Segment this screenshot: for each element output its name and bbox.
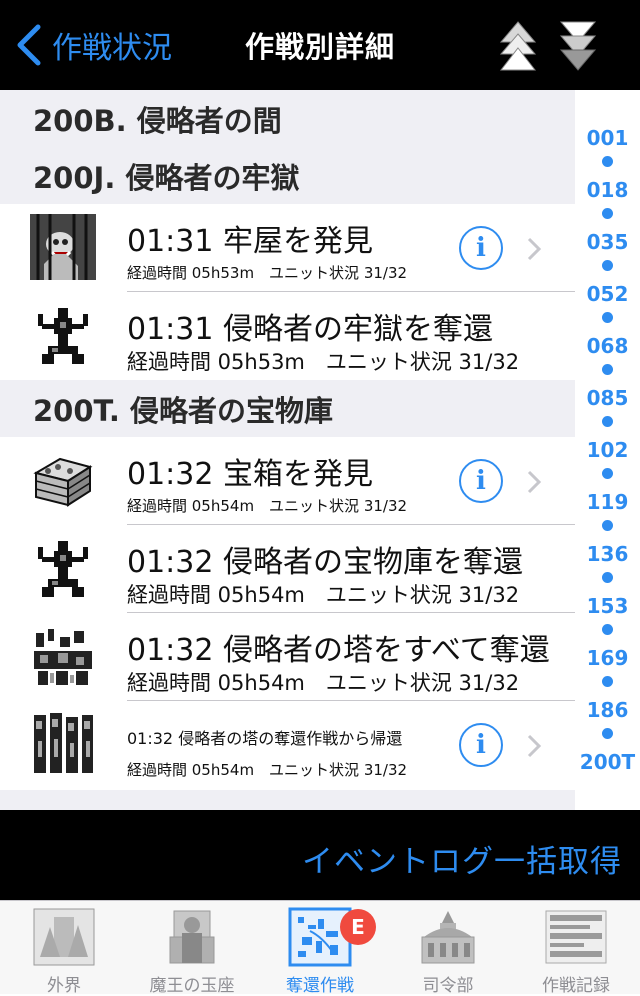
outer-world-icon (33, 908, 95, 966)
scroll-up-arrow-icon[interactable] (498, 20, 538, 72)
index-item[interactable]: 068 (575, 334, 640, 358)
tab-label: 司令部 (422, 976, 474, 996)
list-footer (0, 790, 575, 810)
notification-badge: E (340, 909, 376, 945)
treasure-chest-icon (30, 447, 96, 513)
event-title: 01:31 侵略者の牢獄を奪還 (127, 312, 493, 347)
event-title: 01:31 牢屋を発見 (127, 224, 373, 259)
list-item[interactable]: 01:32 侵略者の塔の奪還作戦から帰還 経過時間 05h54m ユニット状況 … (0, 701, 575, 789)
throne-icon (169, 910, 215, 964)
section-header-200t: 200T. 侵略者の宝物庫 (0, 380, 575, 437)
action-bar: イベントログ一括取得 (0, 810, 640, 900)
tab-operation-records[interactable]: 作戦記録 (512, 901, 640, 996)
index-dot (602, 416, 613, 427)
event-subtitle: 経過時間 05h54m ユニット状況 31/32 (127, 497, 408, 515)
section-index[interactable]: 001 018 035 052 068 085 102 119 136 153 … (575, 90, 640, 810)
section-header-200b: 200B. 侵略者の間 (0, 90, 575, 147)
event-title: 01:32 侵略者の宝物庫を奪還 (127, 545, 523, 580)
index-dot (602, 624, 613, 635)
list-item[interactable]: 01:32 侵略者の塔をすべて奪還 経過時間 05h54m ユニット状況 31/… (0, 613, 575, 701)
event-title: 01:32 宝箱を発見 (127, 457, 373, 492)
index-item[interactable]: 200T (575, 750, 640, 774)
list-item[interactable]: 01:31 牢屋を発見 経過時間 05h53m ユニット状況 31/32 i (0, 204, 575, 292)
index-item[interactable]: 169 (575, 646, 640, 670)
tab-label: 奪還作戦 (286, 976, 354, 996)
index-item[interactable]: 153 (575, 594, 640, 618)
fetch-event-log-button[interactable]: イベントログ一括取得 (302, 836, 622, 881)
records-icon (545, 910, 607, 964)
index-item[interactable]: 035 (575, 230, 640, 254)
chevron-right-icon (527, 470, 542, 494)
index-dot (602, 260, 613, 271)
index-dot (602, 156, 613, 167)
army-icon (30, 711, 96, 777)
index-dot (602, 676, 613, 687)
chevron-right-icon (527, 734, 542, 758)
list-item[interactable]: 01:32 侵略者の宝物庫を奪還 経過時間 05h54m ユニット状況 31/3… (0, 525, 575, 613)
prison-icon (30, 214, 96, 280)
index-dot (602, 364, 613, 375)
navigation-bar: 作戦状況 作戦別詳細 (0, 0, 640, 90)
headquarters-icon (421, 911, 475, 964)
battle-scene-icon (30, 623, 96, 689)
info-button[interactable]: i (459, 723, 503, 767)
monster-icon (30, 535, 96, 601)
info-button[interactable]: i (459, 459, 503, 503)
index-item[interactable]: 052 (575, 282, 640, 306)
index-item[interactable]: 136 (575, 542, 640, 566)
index-dot (602, 572, 613, 583)
page-title: 作戦別詳細 (244, 30, 395, 64)
event-title: 01:32 侵略者の塔をすべて奪還 (127, 633, 550, 668)
index-item[interactable]: 119 (575, 490, 640, 514)
tab-bar: 外界 魔王の玉座 奪還作戦 司令部 作戦記録 E (0, 900, 640, 996)
index-dot (602, 520, 613, 531)
event-subtitle: 経過時間 05h53m ユニット状況 31/32 (127, 264, 408, 282)
event-title: 01:32 侵略者の塔の奪還作戦から帰還 (127, 729, 403, 748)
event-subtitle: 経過時間 05h53m ユニット状況 31/32 (127, 350, 520, 374)
event-subtitle: 経過時間 05h54m ユニット状況 31/32 (127, 761, 408, 779)
scroll-down-arrow-icon[interactable] (558, 20, 598, 72)
index-dot (602, 312, 613, 323)
index-dot (602, 208, 613, 219)
index-item[interactable]: 102 (575, 438, 640, 462)
info-button[interactable]: i (459, 226, 503, 270)
index-item[interactable]: 186 (575, 698, 640, 722)
tab-label: 魔王の玉座 (149, 976, 235, 996)
section-header-200j: 200J. 侵略者の牢獄 (0, 147, 575, 204)
tab-label: 作戦記録 (542, 976, 610, 996)
monster-icon (30, 302, 96, 368)
chevron-right-icon (527, 237, 542, 261)
tab-throne[interactable]: 魔王の玉座 (128, 901, 256, 996)
event-subtitle: 経過時間 05h54m ユニット状況 31/32 (127, 671, 520, 695)
tab-headquarters[interactable]: 司令部 (384, 901, 512, 996)
index-dot (602, 728, 613, 739)
tab-outer-world[interactable]: 外界 (0, 901, 128, 996)
list-item[interactable]: 01:31 侵略者の牢獄を奪還 経過時間 05h53m ユニット状況 31/32 (0, 292, 575, 380)
index-item[interactable]: 085 (575, 386, 640, 410)
index-item[interactable]: 018 (575, 178, 640, 202)
index-dot (602, 468, 613, 479)
list-item[interactable]: 01:32 宝箱を発見 経過時間 05h54m ユニット状況 31/32 i (0, 437, 575, 525)
event-list: 200B. 侵略者の間 200J. 侵略者の牢獄 01:31 牢屋を発見 経過時… (0, 90, 575, 789)
tab-label: 外界 (47, 976, 81, 996)
event-subtitle: 経過時間 05h54m ユニット状況 31/32 (127, 583, 520, 607)
index-item[interactable]: 001 (575, 126, 640, 150)
